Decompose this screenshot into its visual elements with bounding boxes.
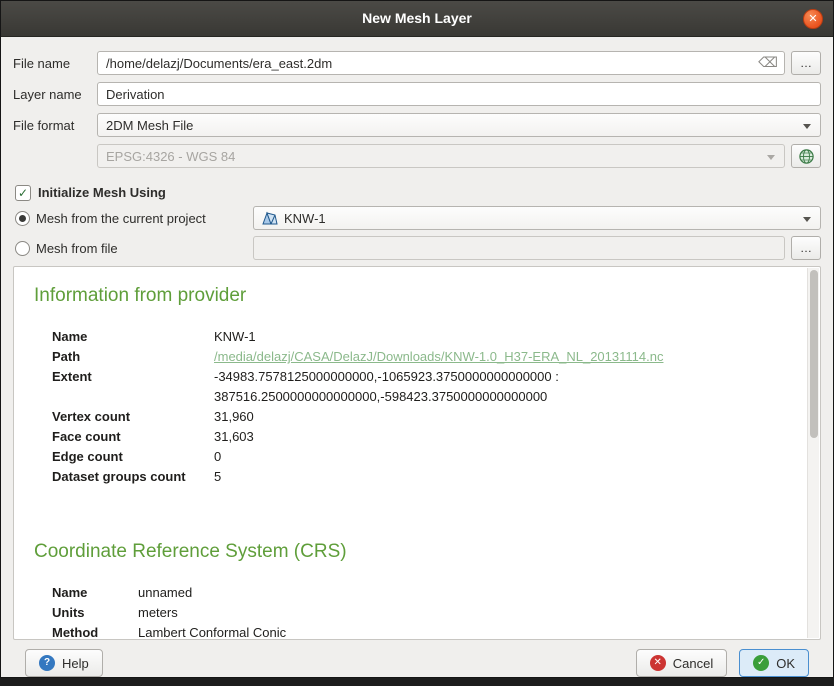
layer-name-row: Layer name: [13, 82, 821, 106]
table-row: Method Lambert Conformal Conic: [52, 623, 786, 640]
file-format-label: File format: [13, 118, 97, 133]
initialize-mesh-label: Initialize Mesh Using: [38, 185, 166, 200]
file-format-select[interactable]: 2DM Mesh File: [97, 113, 821, 137]
file-format-value: 2DM Mesh File: [106, 118, 193, 133]
provider-info-panel[interactable]: Information from provider Name KNW-1 Pat…: [13, 266, 821, 640]
crs-select: EPSG:4326 - WGS 84: [97, 144, 785, 168]
table-row: Extent -34983.7578125000000000,-1065923.…: [52, 367, 786, 407]
row-value: 31,960: [214, 407, 786, 427]
row-label: Extent: [52, 367, 214, 407]
radio-dot: [19, 215, 26, 222]
help-button-label: Help: [62, 656, 89, 671]
path-link[interactable]: /media/delazj/CASA/DelazJ/Downloads/KNW-…: [214, 347, 786, 367]
mesh-from-file-browse-button[interactable]: …: [791, 236, 821, 260]
titlebar[interactable]: New Mesh Layer ✕: [1, 1, 833, 37]
close-icon: ✕: [808, 14, 817, 25]
table-row: Edge count 0: [52, 447, 786, 467]
dialog-body: File name ⌫ … Layer name File format 2DM…: [1, 37, 833, 686]
mesh-from-file-radio[interactable]: [15, 241, 30, 256]
help-icon: ?: [39, 655, 55, 671]
row-value: meters: [138, 603, 722, 623]
project-mesh-select[interactable]: KNW-1: [253, 206, 821, 230]
table-row: Face count 31,603: [52, 427, 786, 447]
crs-table: Name unnamed Units meters Method Lambert…: [52, 583, 786, 640]
mesh-from-file-row: Mesh from file …: [15, 236, 821, 260]
help-button[interactable]: ? Help: [25, 649, 103, 677]
clear-text-icon[interactable]: ⌫: [758, 54, 778, 71]
window-title: New Mesh Layer: [1, 1, 833, 36]
provider-table: Name KNW-1 Path /media/delazj/CASA/Delaz…: [52, 327, 786, 487]
mesh-from-project-label: Mesh from the current project: [36, 211, 253, 226]
table-row: Path /media/delazj/CASA/DelazJ/Downloads…: [52, 347, 786, 367]
ok-button[interactable]: ✓ OK: [739, 649, 809, 677]
provider-info-content: Information from provider Name KNW-1 Pat…: [14, 267, 820, 640]
row-label: Path: [52, 347, 214, 367]
crs-value: EPSG:4326 - WGS 84: [106, 149, 235, 164]
row-label: Dataset groups count: [52, 467, 214, 487]
row-label: Name: [52, 583, 138, 603]
initialize-mesh-checkbox[interactable]: ✓: [15, 185, 31, 201]
row-value: 5: [214, 467, 786, 487]
crs-picker-button[interactable]: [791, 144, 821, 168]
mesh-layer-icon: [262, 211, 278, 225]
file-name-label: File name: [13, 56, 97, 71]
provider-heading: Information from provider: [34, 285, 786, 307]
mesh-from-file-input: [253, 236, 785, 260]
layer-name-input[interactable]: [97, 82, 821, 106]
chevron-down-icon: [803, 124, 811, 129]
row-label: Method: [52, 623, 138, 640]
row-label: Vertex count: [52, 407, 214, 427]
row-value: KNW-1: [214, 327, 786, 347]
file-name-input-wrap: ⌫: [97, 51, 785, 75]
row-value: Lambert Conformal Conic: [138, 623, 722, 640]
table-row: Name KNW-1: [52, 327, 786, 347]
close-button[interactable]: ✕: [803, 9, 823, 29]
crs-row: EPSG:4326 - WGS 84: [13, 144, 821, 168]
ok-button-label: OK: [776, 656, 795, 671]
table-row: Vertex count 31,960: [52, 407, 786, 427]
cancel-button-label: Cancel: [673, 656, 713, 671]
file-format-row: File format 2DM Mesh File: [13, 113, 821, 137]
row-label: Units: [52, 603, 138, 623]
button-bar: ? Help ✕ Cancel ✓ OK: [13, 640, 821, 686]
check-icon: ✓: [18, 186, 28, 200]
chevron-down-icon: [803, 217, 811, 222]
new-mesh-layer-dialog: New Mesh Layer ✕ File name ⌫ … Layer nam…: [0, 0, 834, 678]
row-label: Face count: [52, 427, 214, 447]
table-row: Dataset groups count 5: [52, 467, 786, 487]
initialize-mesh-row: ✓ Initialize Mesh Using: [15, 184, 821, 201]
project-mesh-value: KNW-1: [284, 211, 326, 226]
cancel-button[interactable]: ✕ Cancel: [636, 649, 727, 677]
ok-icon: ✓: [753, 655, 769, 671]
crs-heading: Coordinate Reference System (CRS): [34, 541, 786, 563]
scrollbar-thumb[interactable]: [810, 270, 818, 438]
row-value: unnamed: [138, 583, 722, 603]
file-name-browse-button[interactable]: …: [791, 51, 821, 75]
row-label: Edge count: [52, 447, 214, 467]
globe-crs-icon: [798, 148, 815, 165]
mesh-from-project-radio[interactable]: [15, 211, 30, 226]
row-value: -34983.7578125000000000,-1065923.3750000…: [214, 367, 786, 407]
chevron-down-icon: [767, 155, 775, 160]
cancel-icon: ✕: [650, 655, 666, 671]
row-label: Name: [52, 327, 214, 347]
row-value: 31,603: [214, 427, 786, 447]
layer-name-label: Layer name: [13, 87, 97, 102]
mesh-from-file-label: Mesh from file: [36, 241, 253, 256]
file-name-row: File name ⌫ …: [13, 51, 821, 75]
scrollbar[interactable]: [807, 268, 819, 638]
table-row: Name unnamed: [52, 583, 786, 603]
mesh-from-project-row: Mesh from the current project KNW-1: [15, 206, 821, 230]
file-name-input[interactable]: [97, 51, 785, 75]
row-value: 0: [214, 447, 786, 467]
table-row: Units meters: [52, 603, 786, 623]
